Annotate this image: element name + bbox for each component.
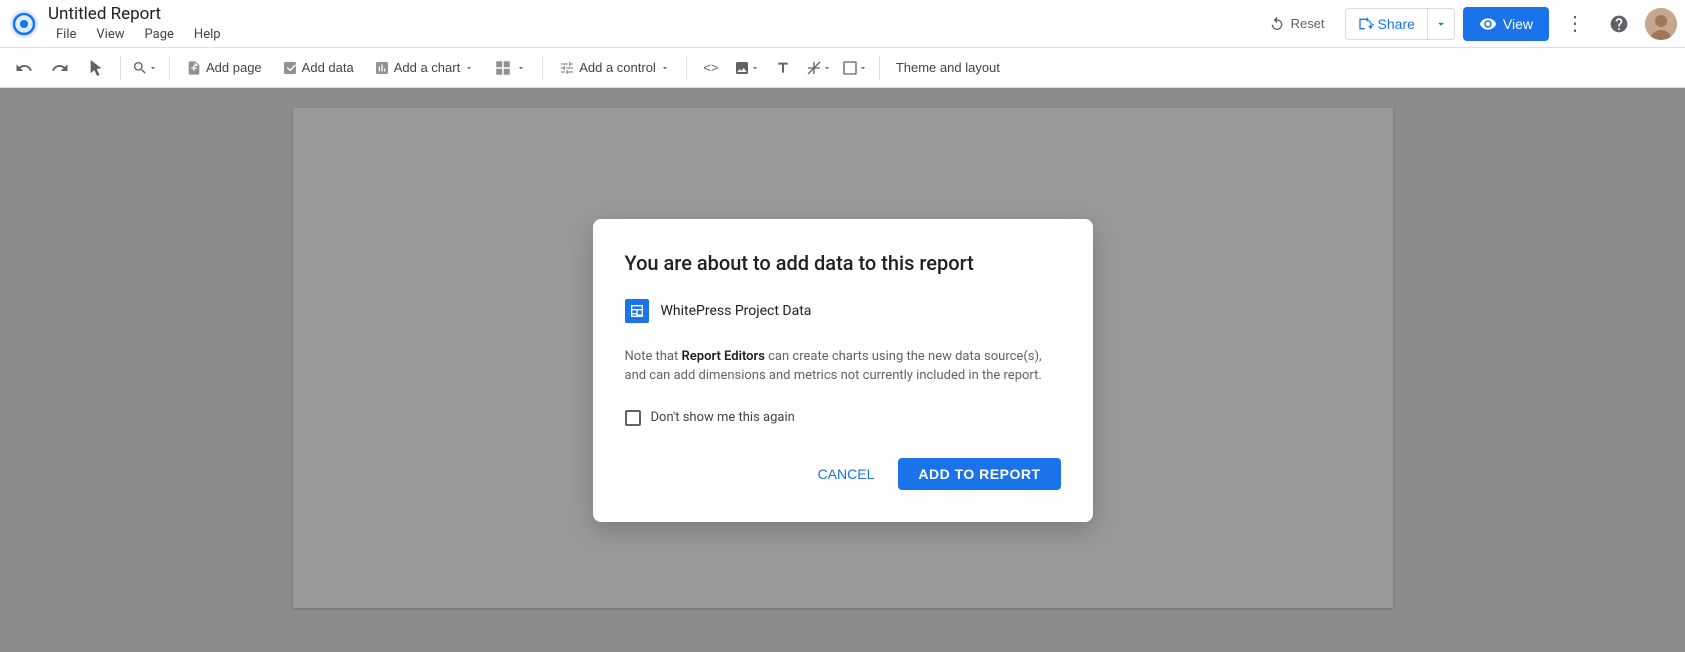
line-button[interactable] bbox=[803, 52, 835, 84]
add-control-dropdown-icon bbox=[660, 63, 670, 73]
chevron-down-icon bbox=[1434, 17, 1448, 31]
add-data-icon bbox=[282, 60, 298, 76]
report-editors-bold: Report Editors bbox=[682, 349, 765, 364]
reset-icon bbox=[1269, 16, 1285, 32]
toolbar-divider-4 bbox=[686, 56, 687, 80]
add-page-label: Add page bbox=[206, 60, 262, 75]
add-data-modal: You are about to add data to this report… bbox=[593, 219, 1093, 522]
toolbar-divider-2 bbox=[169, 56, 170, 80]
reset-button[interactable]: Reset bbox=[1257, 10, 1337, 38]
share-label: Share bbox=[1378, 16, 1415, 32]
theme-layout-label: Theme and layout bbox=[896, 60, 1000, 75]
spreadsheet-icon bbox=[629, 303, 645, 319]
image-button[interactable] bbox=[731, 52, 763, 84]
modal-note: Note that Report Editors can create char… bbox=[625, 347, 1061, 386]
view-button[interactable]: View bbox=[1463, 7, 1549, 41]
help-button[interactable] bbox=[1601, 6, 1637, 42]
eye-icon bbox=[1479, 15, 1497, 33]
toolbar-divider-1 bbox=[120, 56, 121, 80]
title-section: Untitled Report File View Page Help bbox=[48, 3, 229, 44]
modal-title: You are about to add data to this report bbox=[625, 251, 1061, 275]
add-chart-button[interactable]: Add a chart bbox=[366, 56, 483, 80]
undo-icon bbox=[15, 59, 33, 77]
data-source-name: WhitePress Project Data bbox=[661, 303, 812, 319]
add-page-icon bbox=[186, 60, 202, 76]
help-icon bbox=[1609, 14, 1629, 34]
modal-actions: CANCEL ADD TO REPORT bbox=[625, 458, 1061, 490]
canvas-area: You are about to add data to this report… bbox=[0, 88, 1685, 652]
community-dropdown-icon bbox=[516, 63, 526, 73]
toolbar-divider-5 bbox=[879, 56, 880, 80]
cancel-button[interactable]: CANCEL bbox=[802, 458, 891, 490]
image-icon bbox=[734, 60, 750, 76]
menu-view[interactable]: View bbox=[88, 25, 132, 44]
modal-overlay: You are about to add data to this report… bbox=[0, 88, 1685, 652]
menu-bar: File View Page Help bbox=[48, 25, 229, 44]
add-chart-label: Add a chart bbox=[394, 60, 461, 75]
title-bar-right: Reset Share View ⋮ bbox=[1257, 6, 1677, 42]
shape-dropdown-icon bbox=[858, 63, 868, 73]
undo-button[interactable] bbox=[8, 52, 40, 84]
user-avatar[interactable] bbox=[1645, 8, 1677, 40]
embed-button[interactable]: <> bbox=[695, 52, 727, 84]
theme-layout-button[interactable]: Theme and layout bbox=[888, 56, 1008, 79]
text-button[interactable] bbox=[767, 52, 799, 84]
zoom-dropdown-icon bbox=[148, 63, 158, 73]
app-title[interactable]: Untitled Report bbox=[48, 3, 229, 25]
menu-page[interactable]: Page bbox=[137, 25, 182, 44]
toolbar: Add page Add data Add a chart Add a cont… bbox=[0, 48, 1685, 88]
menu-help[interactable]: Help bbox=[186, 25, 229, 44]
cursor-icon bbox=[88, 60, 104, 76]
add-control-label: Add a control bbox=[579, 60, 656, 75]
add-control-icon bbox=[559, 60, 575, 76]
zoom-icon bbox=[132, 60, 148, 76]
more-options-button[interactable]: ⋮ bbox=[1557, 6, 1593, 42]
text-icon bbox=[775, 60, 791, 76]
add-control-button[interactable]: Add a control bbox=[551, 56, 678, 80]
shape-icon bbox=[842, 60, 858, 76]
community-button[interactable] bbox=[486, 55, 534, 81]
reset-label: Reset bbox=[1291, 16, 1325, 31]
toolbar-divider-3 bbox=[542, 56, 543, 80]
dont-show-label[interactable]: Don't show me this again bbox=[651, 410, 795, 425]
redo-button[interactable] bbox=[44, 52, 76, 84]
dont-show-checkbox[interactable] bbox=[625, 410, 641, 426]
add-data-label: Add data bbox=[302, 60, 354, 75]
community-icon bbox=[494, 59, 512, 77]
data-source-row: WhitePress Project Data bbox=[625, 299, 1061, 323]
data-source-icon bbox=[625, 299, 649, 323]
add-chart-icon bbox=[374, 60, 390, 76]
line-dropdown-icon bbox=[822, 63, 832, 73]
app-logo bbox=[8, 8, 40, 40]
cursor-button[interactable] bbox=[80, 52, 112, 84]
share-dropdown-button[interactable] bbox=[1428, 9, 1454, 39]
add-chart-dropdown-icon bbox=[464, 63, 474, 73]
image-dropdown-icon bbox=[750, 63, 760, 73]
add-page-button[interactable]: Add page bbox=[178, 56, 270, 80]
title-bar: Untitled Report File View Page Help Rese… bbox=[0, 0, 1685, 48]
share-group: Share bbox=[1345, 8, 1455, 40]
share-icon bbox=[1358, 16, 1374, 32]
shape-button[interactable] bbox=[839, 52, 871, 84]
checkbox-row[interactable]: Don't show me this again bbox=[625, 410, 1061, 426]
share-button[interactable]: Share bbox=[1346, 10, 1427, 38]
add-data-button[interactable]: Add data bbox=[274, 56, 362, 80]
redo-icon bbox=[51, 59, 69, 77]
add-to-report-button[interactable]: ADD TO REPORT bbox=[898, 458, 1060, 490]
menu-file[interactable]: File bbox=[48, 25, 84, 44]
view-label: View bbox=[1503, 16, 1533, 32]
line-icon bbox=[806, 60, 822, 76]
zoom-button[interactable] bbox=[129, 52, 161, 84]
